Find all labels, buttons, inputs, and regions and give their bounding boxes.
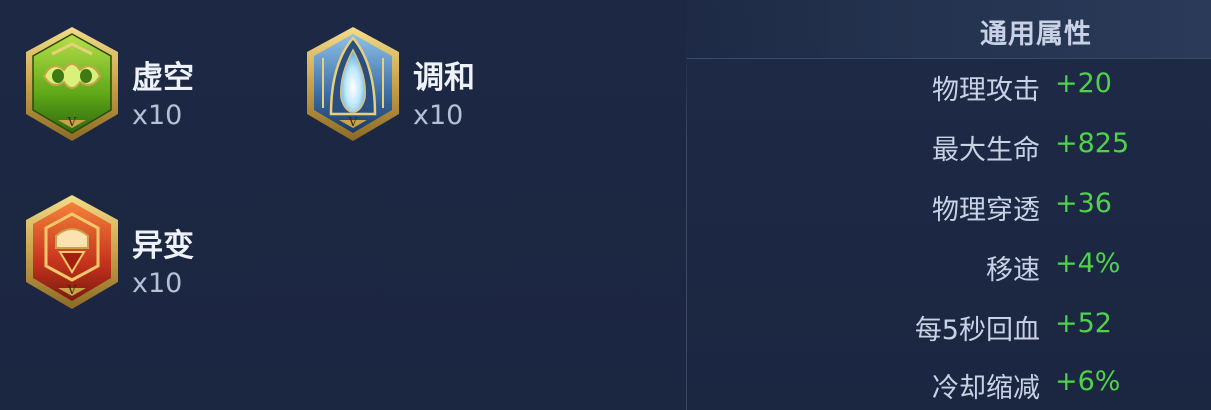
stat-row: 物理穿透 +36 <box>810 188 1210 228</box>
stat-row: 冷却缩减 +6% <box>810 366 1210 406</box>
stat-row: 每5秒回血 +52 <box>810 308 1210 348</box>
stat-row: 物理攻击 +20 <box>810 68 1210 108</box>
stat-label: 最大生命 <box>932 135 1040 166</box>
stat-value: +52 <box>1055 308 1112 339</box>
stat-value: +20 <box>1055 68 1112 99</box>
rune-count: x10 <box>413 100 464 131</box>
rune-item-mutation[interactable]: V 异变 x10 <box>22 192 322 322</box>
stat-label: 每5秒回血 <box>914 315 1040 346</box>
rune-name: 虚空 <box>132 60 194 96</box>
rune-name: 异变 <box>132 228 194 264</box>
stat-label: 移速 <box>986 255 1040 286</box>
stat-value: +6% <box>1055 366 1121 397</box>
svg-text:V: V <box>67 283 77 297</box>
stat-row: 最大生命 +825 <box>810 128 1210 168</box>
stats-header <box>687 0 1211 59</box>
stats-title: 通用属性 <box>980 19 1092 50</box>
rune-item-void[interactable]: V 虚空 x10 <box>22 24 322 154</box>
svg-text:V: V <box>348 115 358 129</box>
stat-value: +4% <box>1055 248 1121 279</box>
panel-divider <box>686 30 687 410</box>
stat-label: 物理穿透 <box>932 195 1040 226</box>
stat-row: 移速 +4% <box>810 248 1210 288</box>
stat-label: 物理攻击 <box>932 75 1040 106</box>
rune-mutation-icon: V <box>26 195 118 309</box>
rune-harmony-icon: V <box>307 27 399 141</box>
rune-item-harmony[interactable]: V 调和 x10 <box>303 24 603 154</box>
rune-count: x10 <box>132 100 183 131</box>
rune-void-icon: V <box>26 27 118 141</box>
rune-name: 调和 <box>413 60 475 96</box>
stat-value: +825 <box>1055 128 1130 159</box>
svg-text:V: V <box>67 115 77 129</box>
rune-count: x10 <box>132 268 183 299</box>
stat-label: 冷却缩减 <box>932 373 1040 404</box>
stat-value: +36 <box>1055 188 1112 219</box>
